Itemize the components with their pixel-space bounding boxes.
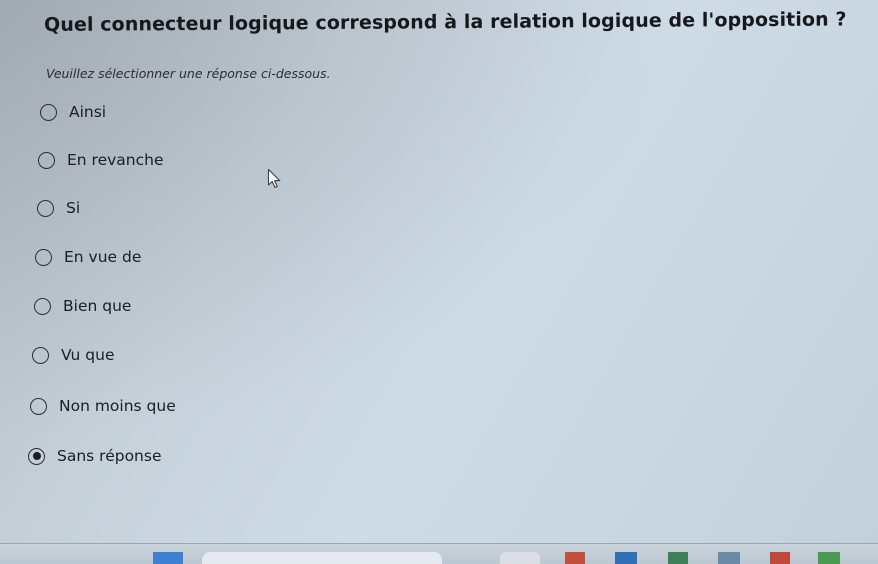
option-label: Ainsi (69, 103, 107, 121)
taskbar-app-icon[interactable] (153, 552, 183, 564)
radio-empty-icon[interactable] (35, 248, 52, 266)
option-label: Sans réponse (57, 447, 162, 465)
option-bien-que[interactable]: Bien que (34, 297, 131, 315)
option-vu-que[interactable]: Vu que (32, 346, 115, 364)
taskbar-app-icon[interactable] (565, 552, 585, 564)
taskbar (0, 543, 878, 564)
option-label: Non moins que (59, 397, 176, 415)
taskbar-app-icon[interactable] (718, 552, 740, 564)
option-label: Si (66, 199, 81, 217)
taskbar-app-icon[interactable] (668, 552, 688, 564)
option-si[interactable]: Si (37, 199, 80, 217)
screen-glare (0, 0, 878, 563)
question-title: Quel connecteur logique correspond à la … (44, 8, 847, 36)
radio-empty-icon[interactable] (30, 397, 47, 415)
radio-empty-icon[interactable] (32, 346, 49, 364)
radio-selected-dot (32, 452, 41, 460)
option-label: Vu que (61, 346, 115, 364)
taskbar-app-icon[interactable] (818, 552, 840, 564)
option-en-revanche[interactable]: En revanche (38, 151, 164, 169)
radio-empty-icon[interactable] (37, 199, 54, 217)
radio-empty-icon[interactable] (40, 103, 57, 121)
option-label: En revanche (67, 151, 164, 169)
option-label: En vue de (64, 248, 142, 266)
radio-empty-icon[interactable] (38, 151, 55, 169)
mouse-pointer-icon (267, 168, 281, 189)
radio-empty-icon[interactable] (34, 297, 51, 315)
radio-filled-icon[interactable] (28, 447, 45, 465)
option-en-vue-de[interactable]: En vue de (35, 248, 141, 266)
option-label: Bien que (63, 297, 132, 315)
question-instruction: Veuillez sélectionner une réponse ci-des… (46, 66, 331, 81)
option-sans-reponse[interactable]: Sans réponse (28, 447, 162, 465)
option-non-moins-que[interactable]: Non moins que (30, 397, 176, 415)
option-ainsi[interactable]: Ainsi (40, 103, 106, 121)
taskbar-app-icon[interactable] (500, 552, 540, 564)
taskbar-search-box[interactable] (202, 552, 442, 564)
taskbar-app-icon[interactable] (770, 552, 790, 564)
taskbar-app-icon[interactable] (615, 552, 637, 564)
